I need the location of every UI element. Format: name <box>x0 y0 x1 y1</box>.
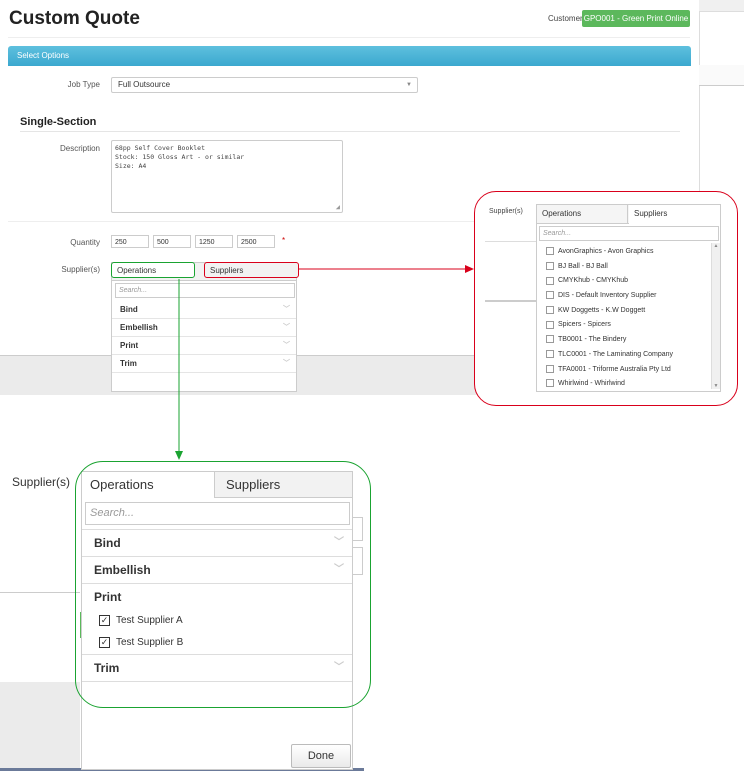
checkbox[interactable] <box>546 335 554 344</box>
footer-band <box>0 682 80 770</box>
print-supplier-label: Test Supplier B <box>116 637 184 648</box>
operations-list: Bind ﹀ Embellish ﹀ Print ✓ Test Supplier A … <box>82 529 352 682</box>
supplier-label: KW Doggetts - K.W Doggett <box>558 306 646 314</box>
print-supplier-label: Test Supplier A <box>116 615 183 626</box>
operation-label: Print <box>94 590 122 604</box>
checkbox-checked-icon[interactable]: ✓ <box>99 636 110 648</box>
operation-item[interactable]: Bind ﹀ <box>82 530 352 557</box>
green-arrowhead <box>175 451 183 460</box>
checkbox[interactable] <box>546 379 554 388</box>
checkbox[interactable] <box>546 305 554 314</box>
supplier-item[interactable]: AvonGraphics - Avon Graphics <box>537 245 711 260</box>
supplier-label: DIS - Default Inventory Supplier <box>558 292 657 300</box>
checkbox-checked-icon[interactable]: ✓ <box>99 614 110 626</box>
divider <box>485 241 537 242</box>
search-input[interactable]: Search... <box>539 226 719 241</box>
operation-label: Embellish <box>94 563 151 577</box>
suppliers-label: Supplier(s) <box>12 475 71 489</box>
operation-item[interactable]: Embellish ﹀ <box>82 557 352 584</box>
supplier-label: CMYKhub - CMYKhub <box>558 277 629 285</box>
checkbox[interactable] <box>546 261 554 270</box>
supplier-label: BJ Ball - BJ Ball <box>558 262 608 270</box>
supplier-item[interactable]: TLC0001 - The Laminating Company <box>537 348 711 363</box>
suppliers-dropdown: Operations Suppliers Search... AvonGraph… <box>536 204 721 392</box>
done-button[interactable]: Done <box>291 744 351 768</box>
supplier-label: TB0001 - The Bindery <box>558 336 627 344</box>
print-supplier-item[interactable]: ✓ Test Supplier A <box>82 610 352 632</box>
divider <box>0 592 80 593</box>
divider <box>485 300 537 302</box>
supplier-item[interactable]: KW Doggetts - K.W Doggett <box>537 304 711 319</box>
search-input[interactable]: Search... <box>85 502 350 525</box>
tab-operations[interactable]: Operations <box>537 205 628 223</box>
checkbox[interactable] <box>546 276 554 285</box>
supplier-item[interactable]: TFA0001 - Triforme Australia Pty Ltd <box>537 363 711 378</box>
supplier-label: TLC0001 - The Laminating Company <box>558 350 674 358</box>
checkbox[interactable] <box>546 291 554 300</box>
checkbox[interactable] <box>546 364 554 373</box>
supplier-item[interactable]: DIS - Default Inventory Supplier <box>537 289 711 304</box>
operation-label: Trim <box>94 661 120 675</box>
print-supplier-item[interactable]: ✓ Test Supplier B <box>82 632 352 655</box>
supplier-item[interactable]: Spicers - Spicers <box>537 318 711 333</box>
checkbox[interactable] <box>546 320 554 329</box>
suppliers-label: Supplier(s) <box>489 208 523 215</box>
scroll-down-icon[interactable]: ▼ <box>712 383 720 389</box>
supplier-label: Whirlwind - Whirlwind <box>558 380 625 388</box>
supplier-label: TFA0001 - Triforme Australia Pty Ltd <box>558 365 671 373</box>
supplier-item[interactable]: Whirlwind - Whirlwind <box>537 377 711 392</box>
suppliers-list: AvonGraphics - Avon Graphics BJ Ball - B… <box>537 245 711 392</box>
supplier-label: AvonGraphics - Avon Graphics <box>558 248 654 255</box>
supplier-item[interactable]: CMYKhub - CMYKhub <box>537 274 711 289</box>
red-arrowhead <box>465 265 474 273</box>
operation-item[interactable]: Trim ﹀ <box>82 655 352 682</box>
checkbox[interactable] <box>546 349 554 358</box>
chevron-down-icon: ﹀ <box>334 564 344 575</box>
operation-item-expanded[interactable]: Print <box>82 584 352 610</box>
chevron-down-icon: ﹀ <box>334 662 344 673</box>
checkbox[interactable] <box>546 247 554 256</box>
supplier-item[interactable]: BJ Ball - BJ Ball <box>537 260 711 275</box>
tab-suppliers[interactable]: Suppliers <box>629 205 720 224</box>
supplier-item[interactable]: TB0001 - The Bindery <box>537 333 711 348</box>
chevron-down-icon: ﹀ <box>334 537 344 548</box>
scroll-up-icon[interactable]: ▲ <box>712 243 720 249</box>
supplier-label: Spicers - Spicers <box>558 321 611 329</box>
tab-operations[interactable]: Operations <box>82 472 215 498</box>
scrollbar[interactable]: ▲ ▼ <box>711 243 720 389</box>
operation-label: Bind <box>94 536 121 550</box>
tab-suppliers[interactable]: Suppliers <box>216 472 352 497</box>
operations-dropdown-zoom: Operations Suppliers Search... Bind ﹀ Emb… <box>81 471 353 770</box>
